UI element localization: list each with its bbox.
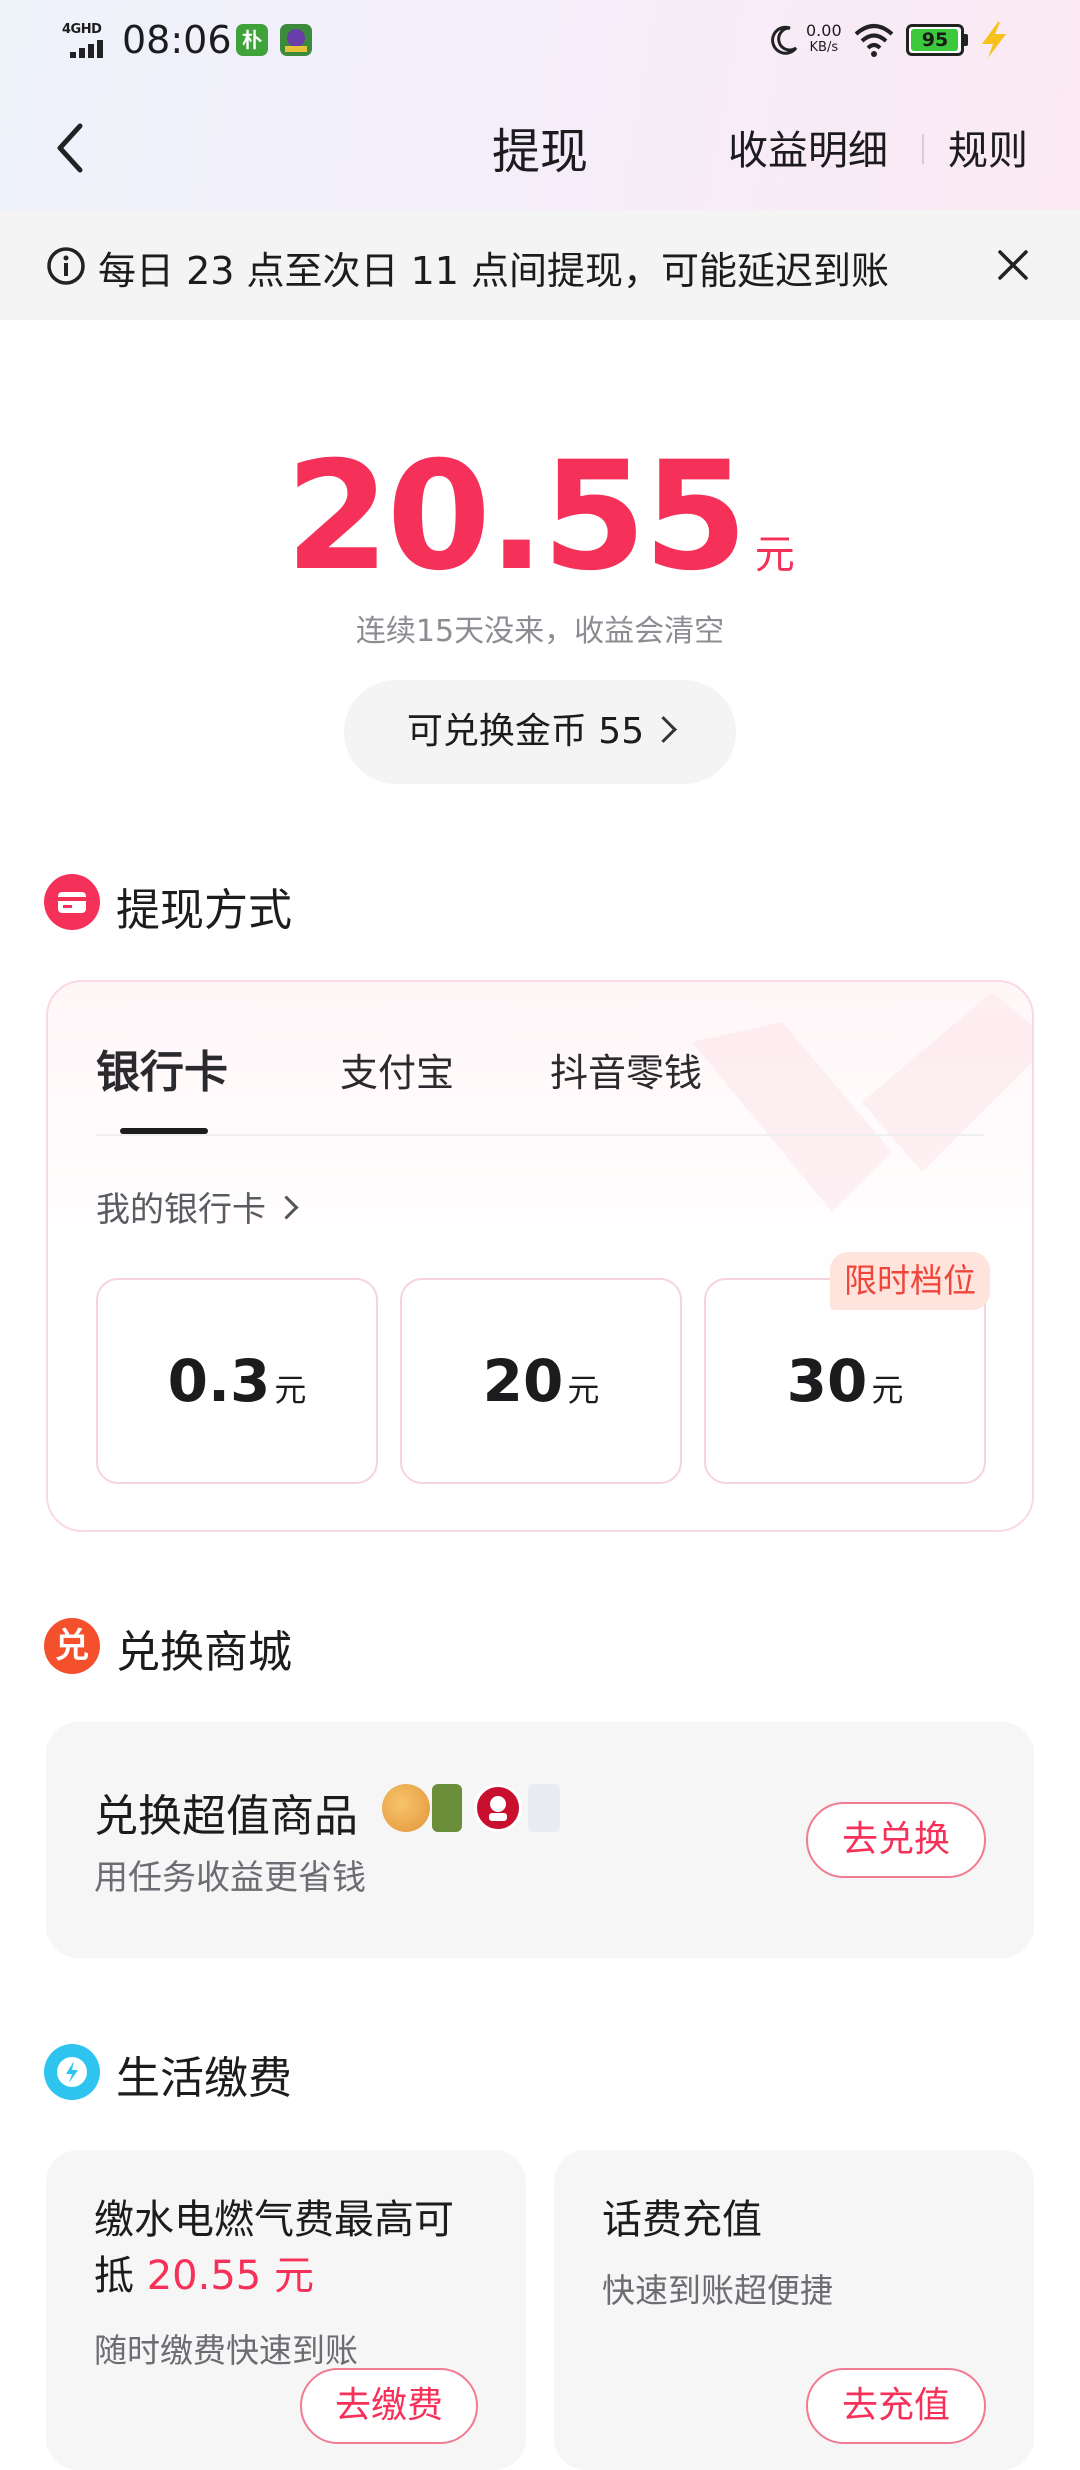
- close-icon[interactable]: [996, 248, 1030, 282]
- go-pay-button[interactable]: 去缴费: [300, 2368, 478, 2444]
- recharge-card-title: 话费充值: [602, 2197, 762, 2243]
- rules-link[interactable]: 规则: [948, 118, 1028, 176]
- utility-card-subtitle: 随时缴费快速到账: [94, 2331, 358, 2370]
- balance-unit: 元: [754, 532, 795, 578]
- chevron-right-icon: [650, 716, 678, 743]
- decorative-ribbon: [692, 992, 1032, 1212]
- limited-time-badge: 限时档位: [830, 1252, 990, 1310]
- page-title: 提现: [491, 124, 588, 180]
- utility-card-title: 缴水电燃气费最高可 抵 20.55 元: [94, 2197, 454, 2299]
- active-tab-indicator: [120, 1128, 208, 1134]
- balance-display: 20.55 元: [0, 430, 1080, 604]
- info-icon: [47, 247, 85, 285]
- battery-icon: 95: [906, 24, 964, 56]
- deduct-amount: 20.55 元: [146, 2253, 314, 2299]
- wallet-card-icon: [44, 874, 100, 930]
- exchange-mall-title: 兑换商城: [116, 1627, 292, 1678]
- life-payment-icon: [44, 2044, 100, 2100]
- charging-bolt-icon: [982, 22, 1006, 58]
- exchange-mall-icon: 兑: [44, 1618, 100, 1674]
- utility-payment-card[interactable]: 缴水电燃气费最高可 抵 20.55 元 随时缴费快速到账 去缴费: [46, 2150, 526, 2470]
- kfc-product-icon: [474, 1784, 522, 1832]
- go-recharge-button[interactable]: 去充值: [806, 2368, 986, 2444]
- tab-bank-card[interactable]: 银行卡: [96, 1036, 228, 1100]
- notice-bar: 每日 23 点至次日 11 点间提现，可能延迟到账: [0, 210, 1080, 320]
- amount-option[interactable]: 20 元: [400, 1278, 682, 1484]
- balance-expiry-tip: 连续15天没来，收益会清空: [355, 614, 725, 649]
- app-notification-icon: 朴: [236, 24, 268, 56]
- do-not-disturb-moon-icon: [771, 25, 798, 55]
- life-payment-title: 生活缴费: [116, 2053, 292, 2104]
- phone-recharge-card[interactable]: 话费充值 快速到账超便捷 去充值: [554, 2150, 1034, 2470]
- exchange-goods-card[interactable]: 兑换超值商品 用任务收益更省钱 去兑换: [46, 1722, 1034, 1958]
- signal-icon: [70, 40, 103, 58]
- tab-divider: [96, 1134, 984, 1136]
- amount-option[interactable]: 0.3 元: [96, 1278, 378, 1484]
- tab-douyin-wallet[interactable]: 抖音零钱: [550, 1042, 702, 1097]
- earnings-detail-link[interactable]: 收益明细: [728, 118, 888, 176]
- exchange-coins-label: 可兑换金币 55: [406, 711, 645, 752]
- app-notification-icon-2: [280, 24, 312, 56]
- status-bar: 4GHD 08:06 朴 0.00 KB/s 95: [0, 0, 1080, 84]
- network-speed: 0.00 KB/s: [806, 21, 842, 55]
- toothbrush-product-icon: [528, 1784, 560, 1832]
- tab-alipay[interactable]: 支付宝: [340, 1042, 454, 1097]
- wifi-icon: [854, 24, 894, 57]
- nav-divider: [922, 134, 924, 164]
- my-bank-card-link[interactable]: 我的银行卡: [96, 1182, 299, 1231]
- battery-level: 95: [921, 29, 949, 51]
- exchange-coins-button[interactable]: 可兑换金币 55: [344, 680, 736, 784]
- recharge-card-subtitle: 快速到账超便捷: [602, 2271, 833, 2310]
- chevron-right-icon: [274, 1195, 299, 1220]
- withdraw-card: 银行卡 支付宝 抖音零钱 我的银行卡 0.3 元 20 元 30 元 限时档位: [46, 980, 1034, 1532]
- biscuit-product-icon: [382, 1784, 430, 1832]
- balance-amount: 20.55: [285, 430, 747, 604]
- exchange-goods-subtitle: 用任务收益更省钱: [94, 1858, 366, 1898]
- exchange-goods-title: 兑换超值商品: [94, 1791, 358, 1842]
- clock: 08:06: [122, 18, 232, 62]
- notice-text: 每日 23 点至次日 11 点间提现，可能延迟到账: [98, 249, 890, 293]
- go-exchange-button[interactable]: 去兑换: [806, 1802, 986, 1878]
- network-type: 4GHD: [62, 22, 102, 37]
- drink-product-icon: [432, 1784, 462, 1832]
- withdraw-method-title: 提现方式: [116, 885, 292, 936]
